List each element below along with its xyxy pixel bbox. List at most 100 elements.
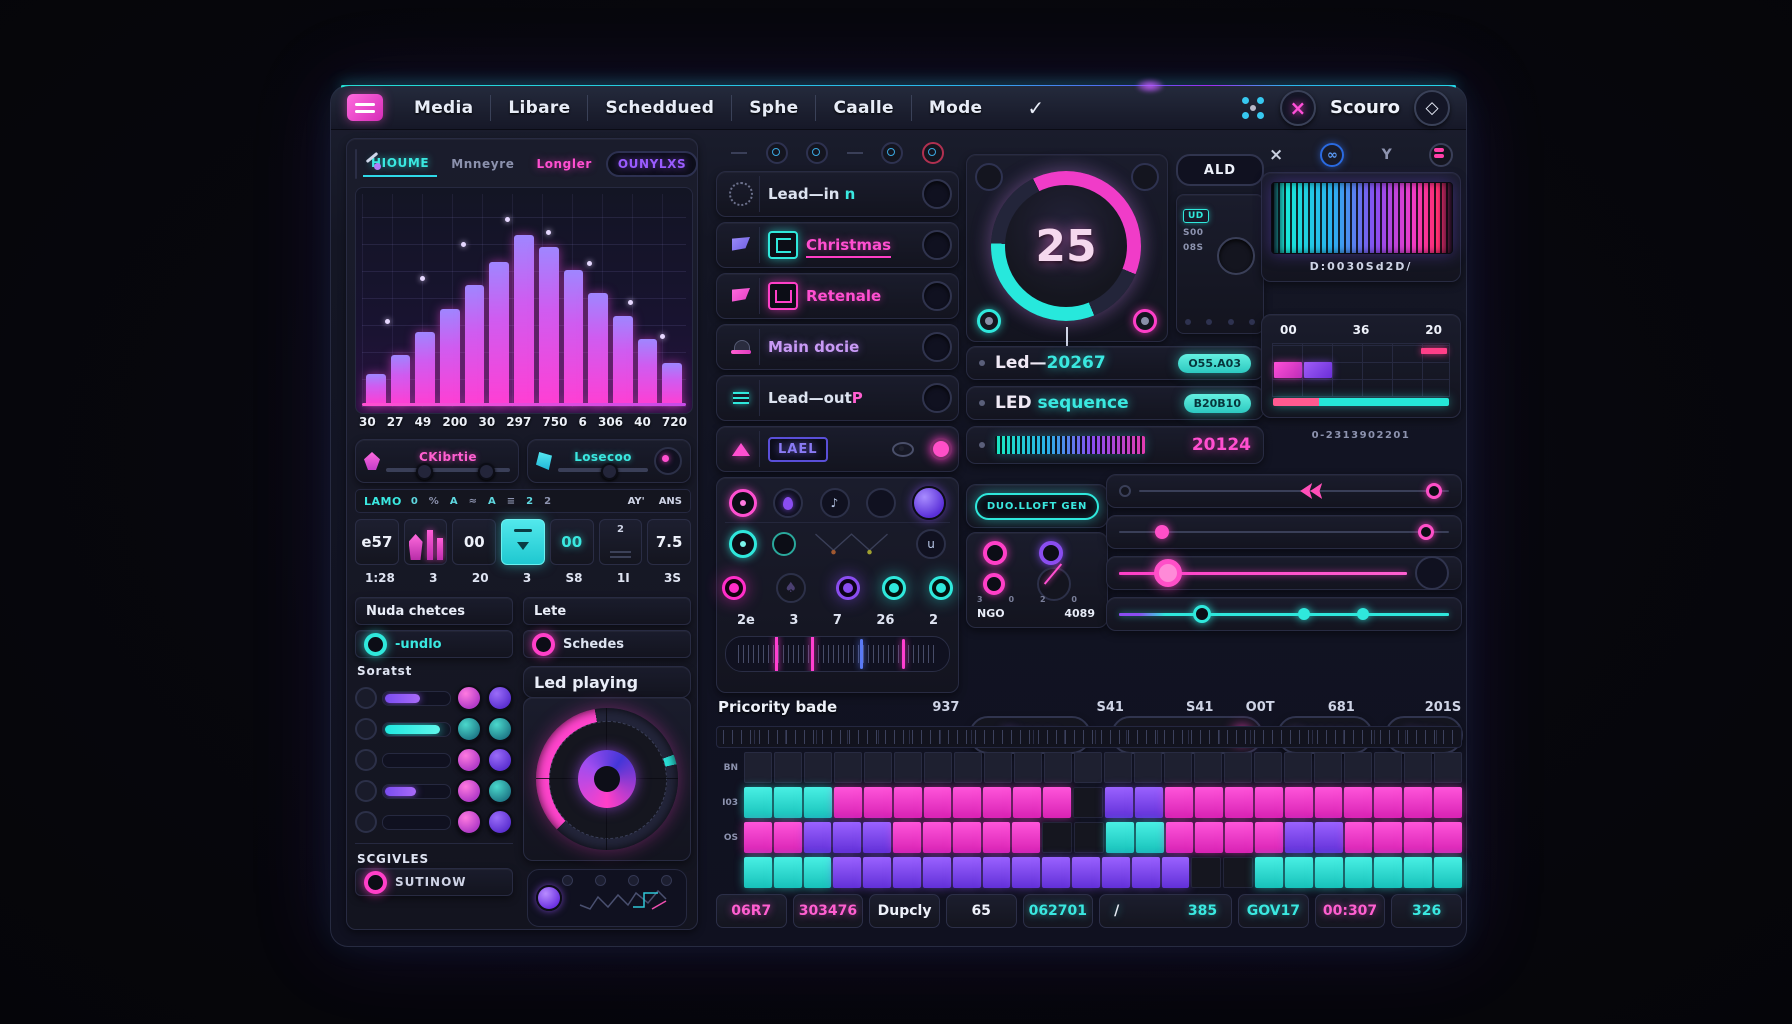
timeline-cell[interactable] xyxy=(1434,857,1462,888)
timeline-cell[interactable] xyxy=(923,857,951,888)
glow-knob-cyan[interactable] xyxy=(936,583,946,593)
cue-row-lead-in[interactable]: Lead—in n xyxy=(716,171,959,217)
timeline-cell[interactable] xyxy=(1042,857,1070,888)
timeline-cell[interactable] xyxy=(774,822,802,853)
timeline-cell[interactable] xyxy=(1191,857,1221,888)
end-knob[interactable] xyxy=(1119,485,1131,497)
led-row-2[interactable]: LED sequence B20B10 xyxy=(966,386,1264,420)
round-button[interactable] xyxy=(487,778,513,804)
timeline-cell[interactable] xyxy=(774,752,802,783)
timeline-cell[interactable] xyxy=(1164,752,1192,783)
glow-knob-pink[interactable] xyxy=(729,583,739,593)
timeline-cell[interactable] xyxy=(1195,787,1223,818)
timeline-cell[interactable] xyxy=(1255,822,1283,853)
step-cell-bar[interactable] xyxy=(1421,348,1447,354)
timeline-cell[interactable] xyxy=(1014,752,1042,783)
timeline-cell[interactable] xyxy=(1135,787,1163,818)
round-button[interactable] xyxy=(456,685,482,711)
knob-icon[interactable] xyxy=(355,718,377,740)
drop-knob[interactable] xyxy=(773,488,803,518)
menu-item-caalle[interactable]: Caalle xyxy=(815,95,910,121)
cyan-ring-knob[interactable] xyxy=(729,530,757,558)
pink-ring-button[interactable] xyxy=(1133,309,1157,333)
timeline-cell[interactable] xyxy=(1074,822,1104,853)
slider-line[interactable] xyxy=(1119,613,1449,616)
timeline-cell[interactable] xyxy=(1104,752,1132,783)
jog-dial[interactable] xyxy=(536,708,678,850)
cue-select-button[interactable] xyxy=(922,383,952,413)
radio-icon[interactable] xyxy=(364,871,387,894)
timeline-cell[interactable] xyxy=(1404,857,1432,888)
timeline-cell[interactable] xyxy=(1012,857,1040,888)
glow-knob-cyan[interactable] xyxy=(889,583,899,593)
timeline-cell[interactable] xyxy=(1105,787,1133,818)
timeline-cell[interactable] xyxy=(833,822,861,853)
infinity-icon[interactable]: ∞ xyxy=(1320,143,1344,167)
cue-row-retenale[interactable]: Retenale xyxy=(716,273,959,319)
soratst-slider-row[interactable] xyxy=(355,685,513,711)
ruler-marker[interactable] xyxy=(860,639,863,669)
menu-item-sphe[interactable]: Sphe xyxy=(731,95,815,121)
round-button[interactable] xyxy=(456,747,482,773)
timeline-cell[interactable] xyxy=(1106,822,1134,853)
hamburger-menu-icon[interactable] xyxy=(347,94,383,121)
step-grid[interactable] xyxy=(1272,343,1450,397)
timeline-cell[interactable] xyxy=(1255,857,1283,888)
timeline-footer-cell[interactable]: Dupcly xyxy=(869,894,940,928)
knob-icon[interactable] xyxy=(355,811,377,833)
timeline-cell[interactable] xyxy=(1072,857,1100,888)
value-cell-75[interactable]: 7.5 xyxy=(647,519,691,565)
timeline-cell[interactable] xyxy=(744,822,772,853)
soratst-slider-row[interactable] xyxy=(355,778,513,804)
knob-icon[interactable] xyxy=(355,780,377,802)
timeline-cell[interactable] xyxy=(924,752,952,783)
timeline-cell[interactable] xyxy=(1374,752,1402,783)
timeline-cell[interactable] xyxy=(1132,857,1160,888)
timeline-cell[interactable] xyxy=(1225,787,1253,818)
round-button[interactable] xyxy=(456,778,482,804)
round-button[interactable] xyxy=(487,747,513,773)
swirl-knob-icon[interactable] xyxy=(881,142,903,164)
menu-item-mode[interactable]: Mode xyxy=(911,95,1000,121)
timeline-cell[interactable] xyxy=(864,752,892,783)
timeline-cell[interactable] xyxy=(1404,822,1432,853)
chat-knob-icon[interactable] xyxy=(806,142,828,164)
record-knob-icon[interactable] xyxy=(922,142,944,164)
slider-handle[interactable] xyxy=(1155,525,1169,539)
cue-select-button[interactable] xyxy=(922,179,952,209)
schedes-radio-row[interactable]: Schedes xyxy=(523,630,691,658)
timeline-cell[interactable] xyxy=(1224,752,1252,783)
timeline-cell[interactable] xyxy=(1434,787,1462,818)
slider-line[interactable] xyxy=(1119,531,1449,533)
slider-line[interactable] xyxy=(1119,572,1407,575)
end-dial[interactable] xyxy=(1415,556,1449,590)
gen-badge[interactable]: DUO.LLOFT GEN xyxy=(975,493,1099,520)
timeline-footer-cell[interactable]: 303476 xyxy=(793,894,864,928)
tab-longler[interactable]: Longler xyxy=(528,152,599,176)
timeline-cell[interactable] xyxy=(983,857,1011,888)
menu-item-libare[interactable]: Libare xyxy=(490,95,587,121)
timeline-footer-cell[interactable]: 65 xyxy=(946,894,1017,928)
nudge-ruler[interactable] xyxy=(725,636,950,672)
round-button[interactable] xyxy=(487,685,513,711)
round-button[interactable] xyxy=(487,809,513,835)
side-knob[interactable] xyxy=(654,447,682,475)
knob-icon[interactable] xyxy=(355,749,377,771)
pink-dot-slider-row[interactable] xyxy=(1106,515,1462,549)
progress-gauge[interactable]: 25 xyxy=(991,171,1141,321)
timeline-cell[interactable] xyxy=(804,752,832,783)
value-cell-00b[interactable]: 00 xyxy=(550,519,594,565)
timeline-cell[interactable] xyxy=(863,822,891,853)
sutinow-radio-row[interactable]: SUTINOW xyxy=(355,868,513,896)
round-button[interactable] xyxy=(456,809,482,835)
close-icon[interactable]: × xyxy=(1269,145,1283,165)
pink-ring-knob[interactable] xyxy=(729,489,757,517)
led-row-1[interactable]: Led—20267 O55.A03 xyxy=(966,346,1264,380)
slider-handle[interactable] xyxy=(1418,524,1434,540)
cue-row-christmas[interactable]: Christmas xyxy=(716,222,959,268)
timeline-cell[interactable] xyxy=(1315,857,1343,888)
timeline-footer-cell[interactable]: 326 xyxy=(1391,894,1462,928)
cyan-slider-row[interactable] xyxy=(1106,597,1462,631)
cue-select-button[interactable] xyxy=(922,281,952,311)
ruler-marker[interactable] xyxy=(775,636,778,672)
